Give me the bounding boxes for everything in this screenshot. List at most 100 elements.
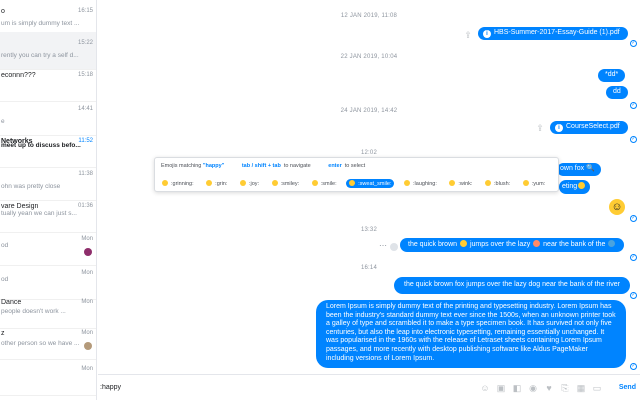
conversation-title: vare Design xyxy=(1,203,39,210)
emoji-option-label: :wink: xyxy=(458,181,473,187)
emoji-option[interactable]: :smile: xyxy=(309,179,340,188)
message-text: the quick brown xyxy=(408,241,458,248)
conversation-time: Mon xyxy=(81,330,93,336)
message-input[interactable] xyxy=(100,384,460,391)
emoji-icon xyxy=(404,180,411,186)
smile-emoji-icon xyxy=(578,182,586,189)
conversation-preview: od xyxy=(1,276,9,283)
emoji-option-label: :joy: xyxy=(248,181,260,187)
chat-thread[interactable]: 12 JAN 2019, 11:08 ⇪ i HBS-Summer-2017-Es… xyxy=(98,0,640,400)
conversation-item[interactable]: Mon xyxy=(0,358,96,396)
conversation-time: 11:38 xyxy=(78,171,93,177)
seen-check-icon: ✓ xyxy=(630,136,637,143)
conversation-time: 15:22 xyxy=(77,40,93,46)
conversation-preview: ohn was pretty close xyxy=(1,183,61,190)
emoji-icon xyxy=(311,180,318,186)
emoji-option-label: :grin: xyxy=(215,181,228,187)
emoji-option-label: :grinning: xyxy=(171,181,194,187)
conversation-preview: rently you can try a self d... xyxy=(1,52,79,59)
emoji-option-label: :laughing: xyxy=(413,181,437,187)
message-bubble[interactable]: dd xyxy=(606,86,628,99)
emoji-option[interactable]: :grinning: xyxy=(159,179,197,188)
conversation-item[interactable]: Mon od xyxy=(0,228,96,266)
message-bubble[interactable]: Lorem Ipsum is simply dummy text of the … xyxy=(316,300,626,368)
send-button[interactable]: Send xyxy=(619,384,636,391)
conversation-title: o xyxy=(1,8,5,15)
image-icon[interactable]: ▦ xyxy=(576,383,586,393)
conversation-preview: od xyxy=(1,242,9,249)
sticker-icon[interactable]: ◧ xyxy=(512,383,522,393)
emoji-icon xyxy=(239,180,246,186)
seen-check-icon: ✓ xyxy=(630,292,637,299)
emoji-picker-icon[interactable]: ☺ xyxy=(480,383,490,393)
emoji-option-selected[interactable]: :sweat_smile: xyxy=(346,179,395,188)
time-separator: 13:32 xyxy=(360,227,377,233)
message-bubble[interactable]: the quick brown jumps over the lazy near… xyxy=(400,238,625,252)
message-bubble[interactable]: eting xyxy=(559,180,591,194)
conversation-time: 16:15 xyxy=(77,8,93,14)
emoji-option[interactable]: :joy: xyxy=(237,179,262,188)
emoji-popup-hint-key: tab / shift + tab xyxy=(241,163,281,169)
photo-icon[interactable]: ▭ xyxy=(592,383,602,393)
message-bubble[interactable]: the quick brown fox jumps over the lazy … xyxy=(394,277,630,294)
emoji-icon xyxy=(533,240,541,247)
time-separator: 16:14 xyxy=(360,265,377,271)
conversation-item[interactable]: econnn??? 15:18 xyxy=(0,64,96,102)
conversation-title: Dance xyxy=(1,299,22,306)
conversation-preview: other person so we have ... xyxy=(1,340,80,347)
emoji-popup-hint-text: to navigate xyxy=(283,163,311,169)
seen-avatar xyxy=(84,248,92,256)
info-icon: i xyxy=(483,30,491,38)
emoji-popup-header: Emojis matching "happy" tab / shift + ta… xyxy=(161,163,365,169)
file-attachment[interactable]: i CourseSelect.pdf xyxy=(550,121,628,134)
messenger-app: o 16:15 um is simply dummy text ... 15:2… xyxy=(0,0,640,400)
share-icon[interactable]: ⇪ xyxy=(535,123,545,133)
gif-icon[interactable]: ▣ xyxy=(496,383,506,393)
like-icon[interactable]: ♥ xyxy=(544,383,554,393)
emoji-icon xyxy=(349,180,356,186)
message-text: jumps over the lazy xyxy=(469,241,531,248)
emoji-icon xyxy=(608,240,616,247)
file-attachment[interactable]: i HBS-Summer-2017-Essay-Guide (1).pdf xyxy=(478,27,628,40)
message-text: eting xyxy=(562,183,578,190)
file-name: HBS-Summer-2017-Essay-Guide (1).pdf xyxy=(494,29,620,36)
conversation-preview: people doesn't work ... xyxy=(1,308,66,315)
message-text: own fox xyxy=(560,165,585,172)
emoji-option-label: :smiley: xyxy=(280,181,300,187)
emoji-popup-hint-text: to select xyxy=(344,163,366,169)
emoji-icon xyxy=(271,180,278,186)
conversation-time: 15:18 xyxy=(77,72,93,78)
seen-check-icon: ✓ xyxy=(630,363,637,370)
search-icon: 🔍 xyxy=(586,165,595,172)
conversation-list[interactable]: o 16:15 um is simply dummy text ... 15:2… xyxy=(0,0,97,400)
conversation-time: 01:36 xyxy=(77,203,93,209)
conversation-preview: e xyxy=(1,118,5,125)
emoji-option[interactable]: :smiley: xyxy=(269,179,303,188)
emoji-option[interactable]: :blush: xyxy=(482,179,513,188)
emoji-option[interactable]: :grin: xyxy=(203,179,230,188)
conversation-time: Mon xyxy=(81,270,93,276)
more-options-icon[interactable]: ⋯ xyxy=(379,241,387,250)
emoji-option[interactable]: :laughing: xyxy=(401,179,440,188)
emoji-option[interactable]: :wink: xyxy=(446,179,475,188)
emoji-suggestion-list: :grinning: :grin: :joy: :smiley: :smile:… xyxy=(159,179,553,188)
emoji-icon xyxy=(485,180,491,186)
seen-check-icon: ✓ xyxy=(630,215,637,222)
date-separator: 12 JAN 2019, 11:08 xyxy=(340,13,398,19)
message-composer: ☺ ▣ ◧ ◉ ♥ ⎘ ▦ ▭ Send xyxy=(98,374,640,400)
emoji-option[interactable]: :yum: xyxy=(520,179,548,188)
emoji-option-label: :blush: xyxy=(494,181,511,187)
camera-icon[interactable]: ◉ xyxy=(528,383,538,393)
emoji-suggestion-popup: Emojis matching "happy" tab / shift + ta… xyxy=(154,157,559,192)
share-icon[interactable]: ⇪ xyxy=(463,30,473,40)
conversation-title: econnn??? xyxy=(1,72,36,79)
emoji-option-label: :smile: xyxy=(320,181,337,187)
message-bubble[interactable]: *dd* xyxy=(598,69,626,82)
attach-file-icon[interactable]: ⎘ xyxy=(560,383,570,393)
emoji-icon xyxy=(449,180,456,186)
conversation-time: 14:41 xyxy=(77,106,93,112)
seen-check-icon: ✓ xyxy=(630,40,637,47)
message-bubble[interactable]: own fox 🔍 xyxy=(557,163,601,176)
seen-check-icon: ✓ xyxy=(630,254,637,261)
conversation-item[interactable]: z Mon other person so we have ... xyxy=(0,322,96,360)
